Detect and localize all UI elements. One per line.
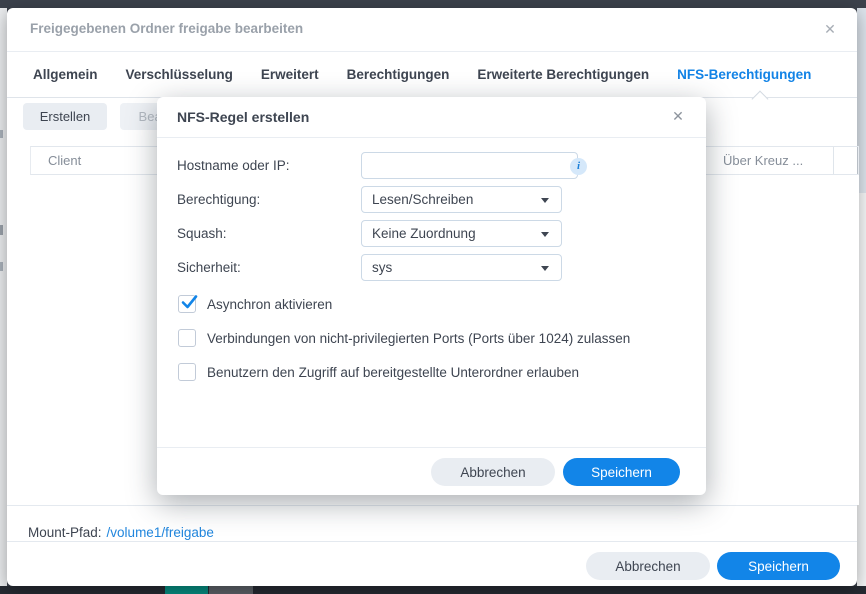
mount-path-label: Mount-Pfad: <box>28 525 102 540</box>
tab-erweiterte-berechtigungen[interactable]: Erweiterte Berechtigungen <box>477 67 649 82</box>
privilege-label: Berechtigung: <box>177 186 260 213</box>
modal-title: NFS-Regel erstellen <box>177 109 309 125</box>
privilege-value: Lesen/Schreiben <box>372 192 473 207</box>
subfolder-access-checkbox[interactable]: Benutzern den Zugriff auf bereitgestellt… <box>178 363 579 381</box>
nonprivileged-ports-checkbox[interactable]: Verbindungen von nicht-privilegierten Po… <box>178 329 630 347</box>
info-icon[interactable]: i <box>570 158 587 175</box>
tab-erweitert[interactable]: Erweitert <box>261 67 319 82</box>
desktop-left-edge-marks <box>0 225 3 235</box>
checkbox-label: Verbindungen von nicht-privilegierten Po… <box>207 331 630 346</box>
save-button[interactable]: Speichern <box>717 552 840 580</box>
modal-footer-divider <box>157 447 706 448</box>
divider <box>7 505 857 506</box>
hostname-label: Hostname oder IP: <box>177 152 290 179</box>
checkbox-label: Benutzern den Zugriff auf bereitgestellt… <box>207 365 579 380</box>
tab-bar: Allgemein Verschlüsselung Erweitert Bere… <box>7 52 857 98</box>
squash-dropdown[interactable]: Keine Zuordnung <box>361 220 562 247</box>
modal-header-divider <box>157 137 706 138</box>
dialog-title: Freigegebenen Ordner freigabe bearbeiten <box>30 21 303 36</box>
security-label: Sicherheit: <box>177 254 241 281</box>
divider <box>7 541 857 542</box>
desktop-left-edge-marks <box>0 130 3 138</box>
checkbox-box[interactable] <box>178 363 196 381</box>
nfs-rule-create-modal: NFS-Regel erstellen ✕ Hostname oder IP: … <box>157 97 706 495</box>
privilege-dropdown[interactable]: Lesen/Schreiben <box>361 186 562 213</box>
desktop-left-edge-marks <box>0 262 3 271</box>
chevron-down-icon <box>541 266 549 271</box>
chevron-down-icon <box>541 232 549 237</box>
checkbox-box[interactable] <box>178 295 196 313</box>
mount-path-link[interactable]: /volume1/freigabe <box>107 525 214 540</box>
check-icon <box>180 293 199 312</box>
column-header-ueber-kreuz[interactable]: Über Kreuz ... <box>723 147 803 174</box>
taskbar-progress-teal <box>165 586 208 594</box>
cancel-button[interactable]: Abbrechen <box>586 552 710 580</box>
squash-value: Keine Zuordnung <box>372 226 476 241</box>
close-icon[interactable]: ✕ <box>668 106 688 126</box>
async-checkbox[interactable]: Asynchron aktivieren <box>178 295 332 313</box>
squash-label: Squash: <box>177 220 227 247</box>
modal-cancel-button[interactable]: Abbrechen <box>431 458 555 486</box>
taskbar-progress-gray <box>209 586 253 594</box>
chevron-down-icon <box>541 198 549 203</box>
desktop-left-edge <box>0 8 7 586</box>
hostname-input[interactable] <box>361 152 578 179</box>
tab-allgemein[interactable]: Allgemein <box>33 67 98 82</box>
column-separator[interactable] <box>833 147 834 174</box>
tab-nfs-berechtigungen[interactable]: NFS-Berechtigungen <box>677 67 811 82</box>
security-dropdown[interactable]: sys <box>361 254 562 281</box>
security-value: sys <box>372 260 392 275</box>
taskbar <box>0 586 866 594</box>
checkbox-label: Asynchron aktivieren <box>207 297 332 312</box>
close-icon[interactable]: ✕ <box>819 18 841 40</box>
column-header-client[interactable]: Client <box>48 147 81 174</box>
tab-verschluesselung[interactable]: Verschlüsselung <box>126 67 233 82</box>
tab-berechtigungen[interactable]: Berechtigungen <box>347 67 450 82</box>
modal-save-button[interactable]: Speichern <box>563 458 680 486</box>
create-button[interactable]: Erstellen <box>23 103 107 130</box>
checkbox-box[interactable] <box>178 329 196 347</box>
mount-path-row: Mount-Pfad: /volume1/freigabe <box>28 514 214 550</box>
dialog-header: Freigegebenen Ordner freigabe bearbeiten… <box>7 8 857 52</box>
